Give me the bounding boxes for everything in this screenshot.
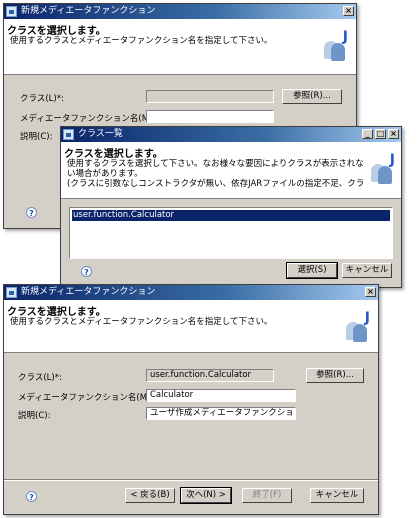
new-mediator-function-dialog-bottom: 新規メディエータファンクション × クラスを選択します。 使用するクラスとメディ… — [3, 284, 379, 515]
description-label: 説明(C): — [20, 132, 53, 142]
window-title: クラス一覧 — [78, 129, 123, 139]
close-icon[interactable]: × — [365, 287, 376, 297]
java-wizard-icon: J — [342, 310, 370, 344]
help-icon[interactable]: ? — [26, 491, 37, 502]
browse-button[interactable]: 参照(R)... — [282, 89, 342, 104]
function-name-field[interactable] — [146, 110, 274, 123]
function-name-label: メディエータファンクション名(M)*: — [18, 393, 158, 403]
banner-description-line-3: (クラスに引数なしコンストラクタが無い、依存JARファイルの指定不足、クラ — [67, 179, 365, 189]
cancel-button[interactable]: キャンセル — [310, 488, 364, 503]
window-title: 新規メディエータファンクション — [21, 6, 156, 16]
close-icon[interactable]: × — [343, 6, 354, 16]
dialog-banner: クラスを選択します。 使用するクラスを選択して下さい。なお様々な要因によりクラス… — [61, 142, 401, 199]
function-name-label: メディエータファンクション名(M)*: — [20, 114, 160, 124]
class-label: クラス(L)*: — [20, 94, 64, 104]
app-icon — [6, 287, 17, 298]
divider — [4, 479, 378, 481]
app-icon — [63, 129, 74, 140]
browse-button[interactable]: 参照(R)... — [306, 368, 364, 383]
title-bar[interactable]: 新規メディエータファンクション × — [4, 285, 378, 300]
cancel-button[interactable]: キャンセル — [342, 263, 392, 278]
list-item[interactable]: user.function.Calculator — [72, 210, 390, 221]
class-list[interactable]: user.function.Calculator — [69, 207, 393, 259]
banner-heading: クラスを選択します。 — [7, 307, 106, 318]
banner-heading: クラスを選択します。 — [64, 149, 163, 160]
finish-button[interactable]: 終了(F) — [242, 488, 292, 503]
title-bar[interactable]: クラス一覧 _ □ × — [61, 127, 401, 142]
select-button[interactable]: 選択(S) — [286, 262, 338, 279]
back-button[interactable]: < 戻る(B) — [125, 488, 175, 503]
description-label: 説明(C): — [18, 411, 51, 421]
banner-description: 使用するクラスとメディエータファンクション名を指定して下さい。 — [10, 317, 273, 327]
help-icon[interactable]: ? — [81, 266, 92, 277]
banner-description: 使用するクラスとメディエータファンクション名を指定して下さい。 — [10, 36, 273, 46]
class-list-dialog: クラス一覧 _ □ × クラスを選択します。 使用するクラスを選択して下さい。な… — [60, 126, 402, 288]
maximize-icon[interactable]: □ — [375, 129, 386, 139]
app-icon — [6, 6, 17, 17]
next-button[interactable]: 次へ(N) > — [180, 487, 232, 504]
function-name-field[interactable]: Calculator — [146, 389, 296, 402]
description-field[interactable]: ユーザ作成メディエータファンクション — [146, 407, 296, 420]
title-bar[interactable]: 新規メディエータファンクション × — [4, 4, 356, 19]
class-field[interactable]: user.function.Calculator — [146, 369, 274, 382]
banner-heading: クラスを選択します。 — [7, 26, 106, 37]
minimize-icon[interactable]: _ — [362, 129, 373, 139]
close-icon[interactable]: × — [388, 129, 399, 139]
class-field[interactable] — [146, 90, 274, 103]
java-wizard-icon: J — [367, 152, 395, 186]
class-label: クラス(L)*: — [18, 373, 62, 383]
java-wizard-icon: J — [320, 29, 348, 63]
dialog-banner: クラスを選択します。 使用するクラスとメディエータファンクション名を指定して下さ… — [4, 19, 356, 75]
help-icon[interactable]: ? — [26, 207, 37, 218]
window-title: 新規メディエータファンクション — [21, 287, 156, 297]
dialog-banner: クラスを選択します。 使用するクラスとメディエータファンクション名を指定して下さ… — [4, 300, 378, 353]
